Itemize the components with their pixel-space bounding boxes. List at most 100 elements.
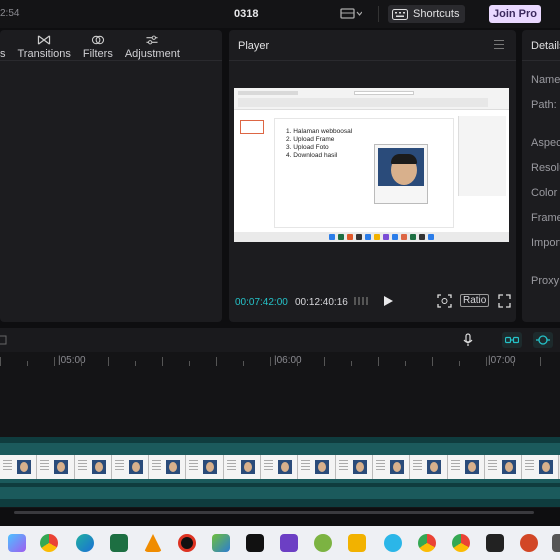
capcut-icon[interactable] [486, 534, 504, 552]
powerpoint-icon[interactable] [520, 534, 538, 552]
shortcuts-button[interactable]: Shortcuts [388, 5, 466, 23]
divider [229, 60, 516, 61]
link-toggle[interactable] [502, 332, 522, 348]
ruler-tick [189, 361, 190, 366]
ruler-tick [162, 357, 163, 366]
divider [522, 60, 560, 61]
waveform-icon[interactable] [353, 294, 371, 308]
tab-label: s [0, 48, 6, 60]
clip-frame [223, 455, 262, 479]
clip-frame [410, 455, 448, 479]
play-icon[interactable] [382, 294, 394, 308]
chrome-icon[interactable] [40, 534, 58, 552]
ruler-tick [135, 361, 136, 366]
detail-label-aspect: Aspect [531, 137, 560, 149]
ruler-tick [378, 357, 379, 366]
detail-label-path: Path: [531, 99, 557, 111]
media-panel: s Transitions Filters Adjustment [0, 30, 222, 322]
ruler-tick [540, 357, 541, 366]
tab-label: Transitions [17, 48, 71, 60]
ruler-tick [270, 357, 271, 366]
title-bar: 2:54 0318 Shortcuts Join Pro [0, 0, 560, 28]
magnet-icon [536, 335, 550, 345]
tab-filters[interactable]: Filters [77, 34, 119, 60]
sliders-icon [146, 35, 158, 45]
detail-label-proxy: Proxy: [531, 275, 560, 287]
total-timecode: 00:12:40:16 [295, 297, 348, 308]
keyboard-icon [392, 8, 408, 20]
bowtie-icon [38, 35, 51, 45]
clip-frame [186, 455, 224, 479]
microphone-icon[interactable] [462, 333, 474, 347]
copilot-icon[interactable] [8, 534, 26, 552]
app-icon[interactable] [384, 534, 402, 552]
track-edge [0, 437, 560, 443]
chrome-profile-icon[interactable] [418, 534, 436, 552]
current-timecode: 00:07:42:00 [235, 297, 288, 308]
select-icon[interactable] [0, 335, 8, 345]
ruler-tick [486, 357, 487, 366]
clip-frame [111, 455, 150, 479]
capcut-icon[interactable] [246, 534, 264, 552]
os-taskbar [0, 526, 560, 560]
ruler-tick [27, 361, 28, 366]
details-panel: Details Name: Path: Aspect Resolu Color … [522, 30, 560, 322]
slide-list: 1. Halaman webboosal 2. Upload Frame 3. … [286, 128, 352, 160]
layout-icon[interactable] [340, 8, 362, 20]
tab-label: Filters [82, 48, 113, 60]
fit-icon[interactable] [437, 294, 452, 308]
detail-label-resolution: Resolu [531, 162, 560, 174]
video-preview[interactable]: 1. Halaman webboosal 2. Upload Frame 3. … [234, 88, 509, 242]
details-title: Details [531, 40, 560, 52]
clip-frame [447, 455, 485, 479]
ruler-tick [81, 361, 82, 366]
timeline-toolbar [0, 328, 560, 352]
edge-icon[interactable] [76, 534, 94, 552]
join-pro-button[interactable]: Join Pro [489, 5, 541, 23]
track-edge [0, 499, 560, 507]
divider [0, 60, 222, 61]
preview-ribbon [234, 88, 509, 110]
list-item: 1. Halaman webboosal [286, 128, 353, 135]
project-name[interactable]: 0318 [234, 8, 258, 20]
photos-icon[interactable] [212, 534, 230, 552]
list-item: 2. Upload Frame [286, 136, 335, 143]
detail-label-import: Import [531, 237, 560, 249]
tab-partial[interactable]: s [0, 34, 12, 60]
tab-adjustment[interactable]: Adjustment [119, 34, 186, 60]
time-ruler[interactable]: |05:00 |06:00 |07:00 [0, 354, 560, 368]
vlc-icon[interactable] [144, 534, 162, 552]
detail-label-frame: Frame [531, 212, 560, 224]
list-item: 3. Upload Foto [286, 144, 329, 151]
ruler-tick [432, 357, 433, 366]
divider [378, 6, 379, 22]
excel-icon[interactable] [110, 534, 128, 552]
ratio-button[interactable]: Ratio [460, 294, 490, 307]
ruler-tick [405, 361, 406, 366]
shortcuts-label: Shortcuts [413, 8, 460, 20]
clip-frame [37, 455, 75, 479]
ruler-tick [243, 361, 244, 366]
recorder-icon[interactable] [178, 534, 196, 552]
portrait-photo [374, 144, 428, 204]
player-title: Player [238, 40, 270, 52]
chrome-profile-icon[interactable] [452, 534, 470, 552]
clip-frame [372, 455, 411, 479]
detail-label-name: Name: [531, 74, 560, 86]
chameleon-icon[interactable] [314, 534, 332, 552]
filter-icon [91, 35, 104, 45]
app-icon[interactable] [552, 534, 560, 552]
menu-icon[interactable] [494, 40, 504, 52]
timeline-scrollbar[interactable] [0, 508, 560, 518]
clip-frame [0, 455, 38, 479]
visual-studio-icon[interactable] [280, 534, 298, 552]
video-clip-filmstrip[interactable] [0, 455, 560, 479]
file-explorer-icon[interactable] [348, 534, 366, 552]
tab-transitions[interactable]: Transitions [12, 34, 77, 60]
ruler-label: |07:00 [488, 355, 516, 366]
clip-frame [484, 455, 523, 479]
clip-frame [335, 455, 373, 479]
clip-frame [74, 455, 112, 479]
fullscreen-icon[interactable] [498, 294, 511, 308]
snap-toggle[interactable] [533, 332, 553, 348]
